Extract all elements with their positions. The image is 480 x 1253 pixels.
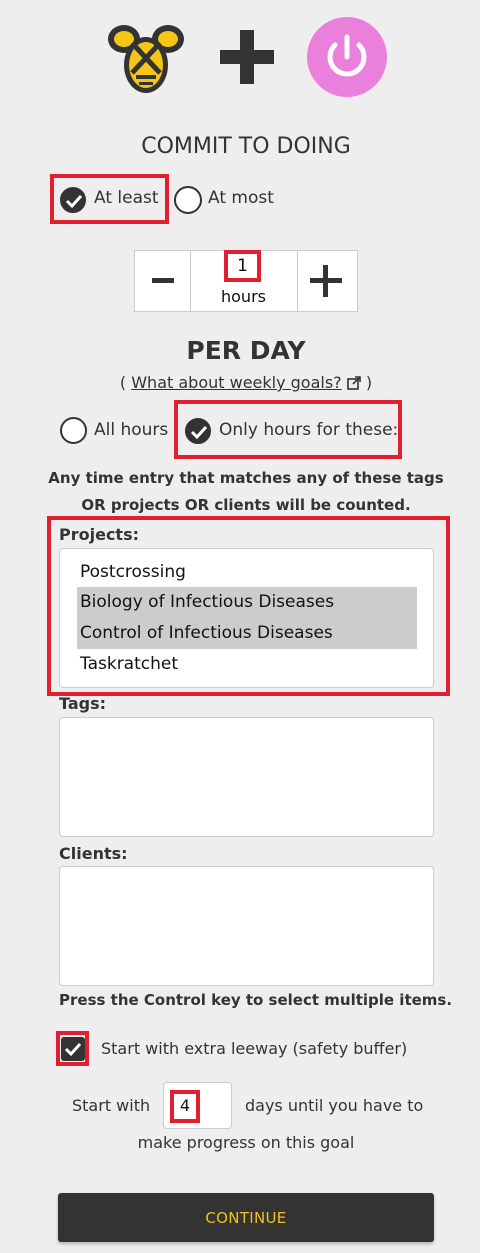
- decrement-button[interactable]: [135, 251, 191, 311]
- project-option[interactable]: Biology of Infectious Diseases: [77, 587, 417, 618]
- clients-label: Clients:: [59, 844, 128, 863]
- control-hint: Press the Control key to select multiple…: [59, 991, 453, 1009]
- at-least-label[interactable]: At least: [94, 188, 159, 208]
- paren-close: ): [365, 373, 373, 392]
- start-suffix: days until you have to: [245, 1096, 424, 1115]
- weekly-goals-link[interactable]: What about weekly goals?: [131, 373, 341, 392]
- plus-icon: [218, 28, 276, 86]
- period-title: PER DAY: [186, 336, 306, 365]
- external-link-icon: [346, 375, 361, 394]
- projects-listbox[interactable]: Postcrossing Biology of Infectious Disea…: [59, 548, 434, 688]
- commit-title: COMMIT TO DOING: [141, 134, 351, 159]
- only-hours-radio[interactable]: [185, 418, 211, 444]
- tags-listbox[interactable]: [59, 717, 434, 837]
- hours-value-input[interactable]: 1: [224, 256, 261, 276]
- weekly-goals-row: ( What about weekly goals? ): [0, 373, 480, 394]
- all-hours-radio[interactable]: [60, 417, 87, 444]
- projects-label: Projects:: [59, 525, 139, 544]
- leeway-checkbox[interactable]: [61, 1037, 85, 1061]
- start-prefix: Start with: [72, 1096, 151, 1115]
- hours-unit-label: hours: [221, 287, 266, 306]
- beeminder-bee-icon: [106, 15, 186, 97]
- only-hours-label[interactable]: Only hours for these:: [219, 420, 398, 440]
- at-least-radio[interactable]: [60, 187, 86, 213]
- project-option[interactable]: Control of Infectious Diseases: [77, 618, 417, 649]
- at-most-radio[interactable]: [174, 186, 202, 214]
- project-option[interactable]: Postcrossing: [77, 557, 417, 588]
- at-most-label[interactable]: At most: [208, 188, 274, 208]
- increment-button[interactable]: [298, 251, 354, 311]
- help-text-line2: OR projects OR clients will be counted.: [81, 496, 411, 514]
- paren-open: (: [119, 373, 127, 392]
- all-hours-label[interactable]: All hours: [94, 420, 168, 440]
- days-value[interactable]: 4: [170, 1096, 200, 1115]
- leeway-label[interactable]: Start with extra leeway (safety buffer): [101, 1039, 407, 1058]
- help-text-line1: Any time entry that matches any of these…: [48, 469, 444, 487]
- tags-label: Tags:: [59, 694, 107, 713]
- power-icon: [307, 17, 387, 97]
- clients-listbox[interactable]: [59, 866, 434, 986]
- start-line2: make progress on this goal: [137, 1133, 355, 1152]
- continue-button[interactable]: CONTINUE: [58, 1193, 434, 1242]
- project-option[interactable]: Taskratchet: [77, 649, 417, 680]
